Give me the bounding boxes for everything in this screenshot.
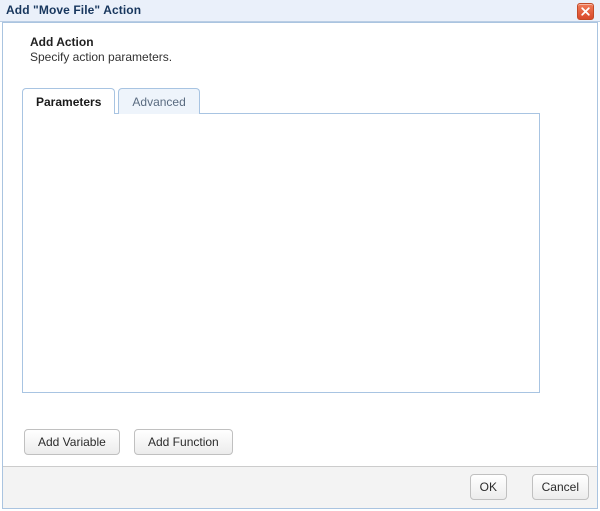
page-title: Add Action — [30, 35, 172, 49]
dialog-header: Add Action Specify action parameters. — [30, 35, 172, 64]
tab-advanced-label: Advanced — [132, 95, 185, 109]
cancel-button[interactable]: Cancel — [532, 474, 589, 500]
add-move-file-action-dialog: Add "Move File" Action Add Action Specif… — [0, 0, 600, 511]
tab-bar: Parameters Advanced — [22, 88, 200, 114]
page-subtitle: Specify action parameters. — [30, 50, 172, 64]
tab-parameters-label: Parameters — [36, 95, 101, 109]
close-icon[interactable] — [577, 3, 594, 20]
add-variable-button[interactable]: Add Variable — [24, 429, 120, 455]
window-title: Add "Move File" Action — [6, 3, 141, 17]
parameters-panel — [22, 113, 540, 393]
title-bar: Add "Move File" Action — [0, 0, 600, 22]
tab-parameters[interactable]: Parameters — [22, 88, 115, 114]
ok-button[interactable]: OK — [470, 474, 507, 500]
dialog-footer: OK Cancel — [3, 466, 597, 508]
add-function-button[interactable]: Add Function — [134, 429, 233, 455]
tab-advanced[interactable]: Advanced — [118, 88, 199, 114]
